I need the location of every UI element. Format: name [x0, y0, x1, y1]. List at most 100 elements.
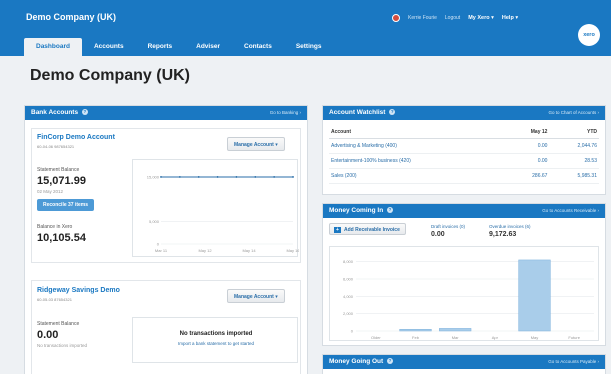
ytd-cell[interactable]: 2,044.76 [549, 138, 599, 154]
bar-chart-svg: 8,000 6,000 4,000 2,000 0 Older Feb Mar Apr May Fu… [343, 259, 594, 340]
bank-accounts-panel: Bank Accounts ? Go to Banking › FinCorp … [24, 105, 308, 374]
account-cell[interactable]: Advertising & Marketing (400) [329, 138, 506, 154]
money-in-title: Money Coming In [329, 207, 384, 214]
statement-balance-label: Statement Balance [37, 167, 80, 173]
overdue-invoices-label[interactable]: Overdue invoices (6) [489, 224, 531, 229]
data-point [235, 176, 238, 178]
watchlist-panel: Account Watchlist ? Go to Chart of Accou… [322, 105, 606, 195]
data-point [197, 176, 200, 178]
my-xero-menu[interactable]: My Xero ▾ [468, 15, 494, 21]
month-cell[interactable]: 0.00 [505, 138, 550, 154]
account-name[interactable]: FinCorp Demo Account [37, 134, 115, 141]
tab-settings[interactable]: Settings [284, 38, 334, 56]
month-cell[interactable]: 286.67 [505, 168, 550, 184]
bank-account-card: FinCorp Demo Account 60-04-06 987654321 … [31, 128, 301, 263]
money-out-title: Money Going Out [329, 358, 384, 365]
table-header-row: Account May 12 YTD [329, 126, 599, 139]
draft-invoices-value: 0.00 [431, 231, 445, 238]
x-tick-label: Feb [412, 335, 420, 340]
watchlist-header: Account Watchlist ? Go to Chart of Accou… [323, 106, 605, 120]
manage-account-button[interactable]: Manage Account ▾ [227, 137, 285, 151]
account-number: 60-04-06 987654321 [37, 144, 75, 149]
x-tick-label: May 12 [198, 248, 212, 253]
column-header: YTD [549, 126, 599, 139]
ytd-cell[interactable]: 5,985.31 [549, 168, 599, 184]
money-out-header: Money Going Out ? Go to Accounts Payable… [323, 355, 605, 369]
table-row[interactable]: Advertising & Marketing (400) 0.00 2,044… [329, 138, 599, 154]
money-going-out-panel: Money Going Out ? Go to Accounts Payable… [322, 354, 606, 374]
month-cell[interactable]: 0.00 [505, 153, 550, 169]
account-number: 60-05-03 87654321 [37, 297, 72, 302]
statement-date: 02 May 2012 [37, 189, 64, 194]
account-cell[interactable]: Sales (200) [329, 168, 506, 184]
help-icon[interactable]: ? [389, 109, 396, 115]
watchlist-title: Account Watchlist [329, 109, 386, 116]
draft-invoices-label[interactable]: Draft invoices (0) [431, 224, 465, 229]
x-tick-label: May [531, 335, 539, 340]
help-icon[interactable]: ? [386, 358, 393, 364]
bar [439, 328, 472, 332]
account-cell[interactable]: Entertainment-100% business (420) [329, 153, 506, 169]
ytd-cell[interactable]: 28.53 [549, 153, 599, 169]
data-point [216, 176, 219, 178]
import-statement-link[interactable]: Import a bank statement to get started [133, 341, 299, 346]
y-tick-label: 0 [351, 329, 354, 334]
tab-accounts[interactable]: Accounts [82, 38, 136, 56]
xero-logo-icon[interactable]: xero [578, 24, 600, 46]
go-to-chart-of-accounts-link[interactable]: Go to Chart of Accounts › [548, 110, 599, 115]
column-header: Account [329, 126, 506, 139]
help-icon[interactable]: ? [386, 207, 393, 213]
account-name[interactable]: Ridgeway Savings Demo [37, 287, 120, 294]
tab-dashboard[interactable]: Dashboard [24, 38, 82, 56]
x-tick-label: Future [568, 335, 580, 340]
money-coming-in-panel: Money Coming In ? Go to Accounts Receiva… [322, 203, 606, 346]
top-bar: Demo Company (UK) Dashboard Accounts Rep… [0, 0, 611, 56]
overdue-invoices-value: 9,172.63 [489, 231, 517, 238]
line-chart-svg: 15,000 5,000 0Mar 11 May 12 May 14 May 16 [147, 174, 301, 253]
page-title: Demo Company (UK) [30, 67, 191, 84]
balance-line-chart: 15,000 5,000 0 Mar 11 May 12 May 14 May 16 [132, 159, 301, 257]
org-name[interactable]: Demo Company (UK) [26, 12, 116, 22]
data-point [292, 176, 294, 178]
bank-accounts-header: Bank Accounts ? Go to Banking › [25, 106, 307, 120]
tab-adviser[interactable]: Adviser [184, 38, 232, 56]
help-menu[interactable]: Help ▾ [502, 15, 518, 21]
x-tick-label: Apr [492, 335, 499, 340]
logout-link[interactable]: Logout [445, 15, 460, 21]
x-tick-label: Older [371, 335, 381, 340]
go-to-banking-link[interactable]: Go to Banking › [270, 110, 301, 115]
empty-transactions-box: No transactions imported Import a bank s… [132, 317, 298, 363]
money-in-header: Money Coming In ? Go to Accounts Receiva… [323, 204, 605, 218]
user-name[interactable]: Kerrie Fourie [408, 15, 437, 21]
data-point [254, 176, 257, 178]
bank-account-card: Ridgeway Savings Demo 60-05-03 87654321 … [31, 280, 301, 374]
data-point [160, 176, 162, 178]
user-menu: Kerrie Fourie Logout My Xero ▾ Help ▾ [392, 14, 518, 22]
tab-reports[interactable]: Reports [136, 38, 185, 56]
tab-contacts[interactable]: Contacts [232, 38, 284, 56]
go-to-payables-link[interactable]: Go to Accounts Payable › [548, 359, 599, 364]
statement-note: No transactions imported [37, 343, 88, 348]
statement-balance-label: Statement Balance [37, 321, 80, 327]
y-tick-label: 8,000 [343, 259, 354, 264]
table-row[interactable]: Sales (200) 286.67 5,985.31 [329, 168, 599, 184]
manage-account-button[interactable]: Manage Account ▾ [227, 289, 285, 303]
statement-balance-value: 15,071.99 [37, 175, 86, 187]
data-point [273, 176, 276, 178]
y-tick-label: 15,000 [147, 174, 160, 179]
y-tick-label: 2,000 [343, 311, 354, 316]
notification-icon[interactable] [392, 14, 400, 22]
data-point [178, 176, 181, 178]
watchlist-table: Account May 12 YTD Advertising & Marketi… [329, 126, 599, 184]
table-row[interactable]: Entertainment-100% business (420) 0.00 2… [329, 153, 599, 169]
bar [399, 329, 432, 332]
reconcile-button[interactable]: Reconcile 37 items [37, 199, 95, 211]
statement-balance-value: 0.00 [37, 329, 59, 341]
add-receivable-invoice-button[interactable]: + Add Receivable Invoice [329, 223, 406, 235]
bar [518, 259, 551, 332]
x-tick-label: May 16 [286, 248, 299, 253]
go-to-receivables-link[interactable]: Go to Accounts Receivable › [542, 208, 599, 213]
xero-balance-value: 10,105.54 [37, 232, 86, 244]
help-icon[interactable]: ? [81, 109, 88, 115]
y-tick-label: 0 [157, 242, 160, 247]
